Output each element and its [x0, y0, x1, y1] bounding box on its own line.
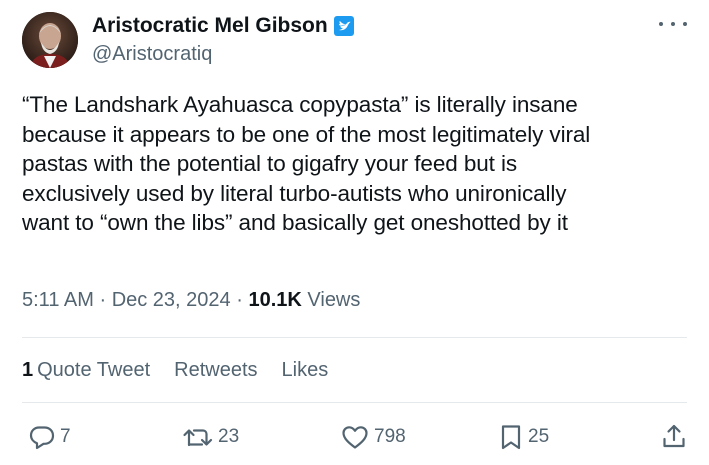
bookmark-icon	[501, 425, 521, 450]
tweet-time[interactable]: 5:11 AM	[22, 289, 94, 311]
bookmark-button[interactable]: 25	[498, 422, 549, 452]
share-icon	[663, 424, 685, 448]
divider	[22, 337, 687, 338]
quote-tweets-stat[interactable]: 1 Quote Tweet	[22, 357, 150, 383]
likes-stat[interactable]: Likes	[282, 357, 329, 383]
user-handle[interactable]: @Aristocratiq	[92, 41, 355, 67]
views-count: 10.1K	[248, 289, 302, 311]
more-dot	[683, 22, 687, 26]
display-name[interactable]: Aristocratic Mel Gibson	[92, 13, 328, 39]
more-dot	[671, 22, 675, 26]
reply-icon	[29, 426, 55, 450]
retweet-button[interactable]: 23	[182, 422, 239, 452]
like-button[interactable]: 798	[340, 422, 406, 452]
bookmark-count: 25	[528, 426, 550, 447]
tweet-text-line: pastas with the potential to gigafry you…	[22, 151, 517, 176]
avatar-image	[22, 12, 78, 68]
retweet-icon	[183, 429, 213, 447]
reply-count: 7	[60, 426, 71, 447]
reply-button[interactable]: 7	[28, 422, 71, 452]
name-row: Aristocratic Mel Gibson	[92, 13, 355, 39]
avatar[interactable]	[22, 12, 78, 68]
tweet-text-line: exclusively used by literal turbo-autist…	[22, 180, 567, 206]
heart-icon	[342, 426, 368, 449]
tweet-header: Aristocratic Mel Gibson @Aristocratiq	[22, 12, 355, 68]
tweet-text-line: “The Landshark Ayahuasca copypasta” is l…	[22, 92, 578, 117]
more-options-icon[interactable]	[659, 14, 687, 34]
retweets-stat[interactable]: Retweets	[174, 357, 257, 383]
separator-dot: ·	[236, 289, 249, 311]
author-block: Aristocratic Mel Gibson @Aristocratiq	[92, 13, 355, 67]
tweet-date[interactable]: Dec 23, 2024	[112, 289, 231, 311]
retweet-count: 23	[218, 426, 240, 447]
quote-label: Quote Tweet	[37, 359, 151, 381]
tweet-meta: 5:11 AM · Dec 23, 2024 · 10.1K Views	[22, 287, 360, 313]
verified-badge-icon	[333, 15, 355, 37]
tweet-stats: 1 Quote Tweet Retweets Likes	[22, 357, 352, 383]
divider	[22, 402, 687, 403]
tweet-text: “The Landshark Ayahuasca copypasta” is l…	[22, 90, 682, 238]
tweet-text-line: want to “own the libs” and basically get…	[22, 210, 568, 235]
tweet-text-line: because it appears to be one of the most…	[22, 121, 591, 147]
tweet-card: Aristocratic Mel Gibson @Aristocratiq “T…	[0, 0, 709, 465]
more-dot	[659, 22, 663, 26]
action-bar: 7 23 798 25	[22, 422, 687, 452]
quote-count: 1	[22, 359, 34, 381]
share-button[interactable]	[661, 422, 687, 450]
separator-dot: ·	[99, 289, 112, 311]
views-label: Views	[307, 289, 361, 311]
like-count: 798	[374, 426, 406, 447]
